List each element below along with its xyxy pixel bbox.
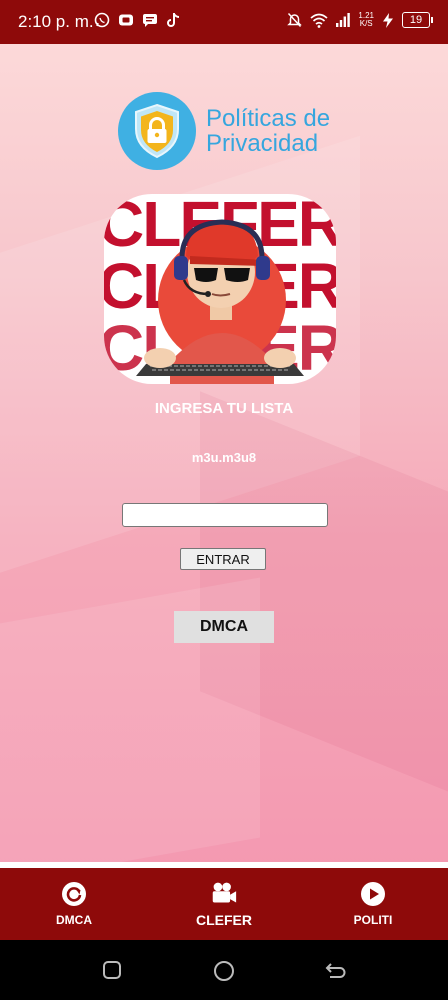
status-right: 1.21 K/S 19	[287, 11, 433, 28]
nav-item-clefer[interactable]: CLEFER	[164, 868, 284, 940]
privacy-policy-logo[interactable]: Políticas de Privacidad	[118, 92, 330, 170]
gamer-character-illustration	[136, 219, 304, 384]
main-content: Políticas de Privacidad CLEFER CLEFER CL…	[0, 44, 448, 868]
video-camera-icon	[211, 880, 237, 906]
home-icon[interactable]	[213, 960, 235, 982]
tiktok-icon	[167, 13, 180, 27]
system-navigation-bar	[0, 940, 448, 1000]
list-heading: INGRESA TU LISTA	[154, 400, 294, 417]
nav-label: CLEFER	[196, 912, 252, 928]
nav-label: DMCA	[56, 913, 92, 927]
wifi-icon	[310, 13, 328, 28]
whatsapp-icon	[94, 12, 110, 28]
enter-button[interactable]: ENTRAR	[180, 548, 266, 570]
app-screen: 2:10 p. m. 1.21 K/S 19 Políticas de Priv…	[0, 0, 448, 1000]
messages-icon	[143, 14, 157, 27]
nav-item-politi[interactable]: POLITI	[313, 868, 433, 940]
recents-icon[interactable]	[102, 960, 122, 980]
network-speed: 1.21 K/S	[358, 11, 374, 28]
dmca-button[interactable]: DMCA	[174, 611, 274, 643]
nav-item-dmca[interactable]: DMCA	[14, 868, 134, 940]
clefer-avatar-logo: CLEFER CLEFER CLEFER	[104, 194, 336, 384]
status-time: 2:10 p. m.	[18, 12, 94, 31]
format-hint: m3u.m3u8	[191, 450, 257, 465]
nav-label: POLITI	[353, 913, 393, 927]
refresh-circle-icon	[61, 881, 87, 907]
play-circle-icon	[360, 881, 386, 907]
status-bar: 2:10 p. m. 1.21 K/S 19	[0, 0, 448, 44]
charging-icon	[383, 12, 393, 28]
privacy-policy-title: Políticas de Privacidad	[206, 105, 331, 157]
notification-icons	[94, 12, 180, 28]
signal-icon	[336, 13, 351, 27]
youtube-icon	[119, 14, 133, 26]
bottom-navigation: DMCA CLEFER POLITI	[0, 868, 448, 940]
mute-bell-icon	[287, 12, 303, 28]
back-icon[interactable]	[325, 960, 347, 980]
battery-icon: 19	[402, 12, 433, 28]
playlist-url-input[interactable]	[122, 503, 328, 527]
shield-lock-icon	[118, 92, 196, 170]
